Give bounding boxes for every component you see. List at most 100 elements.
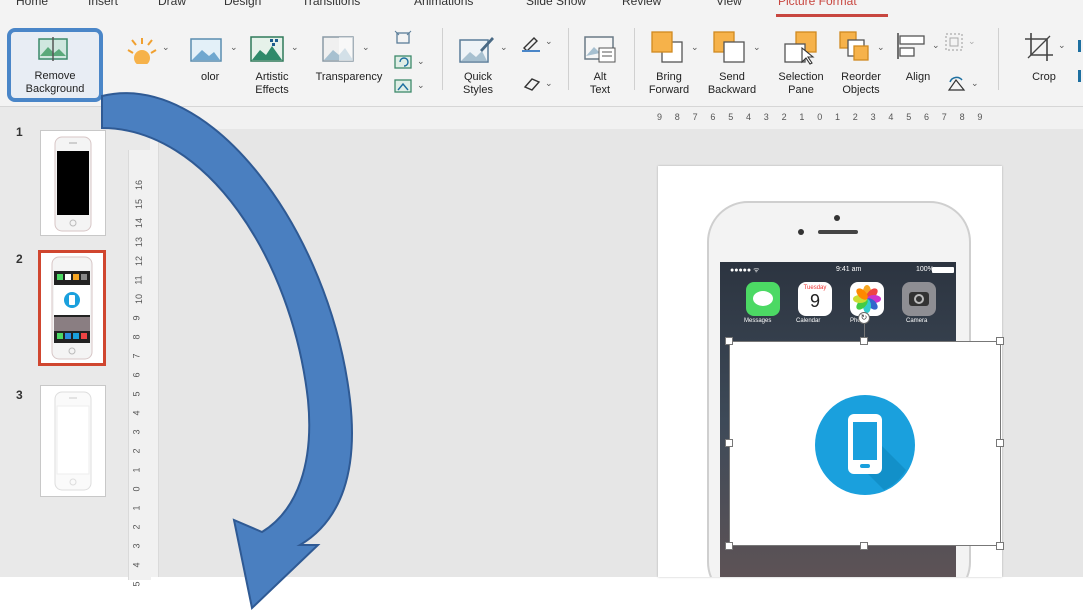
- ruler-tick-label: 2: [781, 112, 787, 122]
- camera-app-icon[interactable]: [902, 282, 936, 316]
- smartphone-icon: [815, 395, 915, 495]
- quick-styles-icon[interactable]: [458, 34, 496, 66]
- ruler-tick-label: 6: [131, 372, 142, 378]
- resize-handle-top-left[interactable]: [725, 337, 733, 345]
- ruler-tick-label: 4: [131, 562, 142, 568]
- chevron-down-icon[interactable]: ⌄: [753, 42, 761, 53]
- selection-pane-icon[interactable]: [782, 30, 820, 66]
- bring-forward-label-2: Forward: [648, 84, 690, 96]
- chevron-down-icon[interactable]: ⌄: [932, 40, 940, 51]
- messages-app-icon[interactable]: [746, 282, 780, 316]
- chevron-down-icon[interactable]: ⌄: [545, 78, 553, 89]
- active-tab-indicator: [776, 14, 888, 17]
- change-picture-icon[interactable]: [394, 54, 414, 70]
- compress-pictures-icon[interactable]: [394, 30, 412, 46]
- rotate-handle[interactable]: ↻: [858, 312, 870, 324]
- resize-handle-bottom-left[interactable]: [725, 542, 733, 550]
- bring-forward-label-1: Bring: [656, 71, 682, 83]
- reorder-objects-icon[interactable]: [838, 30, 874, 64]
- resize-handle-top-right[interactable]: [996, 337, 1004, 345]
- picture-effects-icon[interactable]: [522, 76, 542, 92]
- send-backward-icon[interactable]: [712, 30, 748, 66]
- resize-handle-left[interactable]: [725, 439, 733, 447]
- artistic-effects-icon[interactable]: [250, 36, 286, 64]
- corrections-icon[interactable]: [124, 34, 160, 64]
- tab-picture-format[interactable]: Picture Format: [778, 0, 857, 8]
- chevron-down-icon[interactable]: ⌄: [971, 78, 979, 89]
- current-slide[interactable]: ●●●●● ᯤ 9:41 am 100% Tuesday 9 Messages …: [658, 166, 1004, 577]
- alt-text-label-1: Alt: [593, 71, 607, 83]
- crop-label: Crop: [1032, 71, 1056, 83]
- align-icon[interactable]: [895, 32, 929, 60]
- slide-thumbnail-2-selected[interactable]: [38, 250, 106, 366]
- remove-background-button[interactable]: Remove Background: [7, 28, 103, 102]
- chevron-down-icon[interactable]: ⌄: [162, 42, 170, 53]
- ruler-tick-label: 5: [131, 581, 142, 587]
- ribbon-separator: [568, 28, 569, 90]
- ruler-tick-label: 8: [674, 112, 680, 122]
- ribbon-tab-bar: Home Insert Draw Design Transitions Anim…: [0, 0, 1083, 18]
- picture-border-icon[interactable]: [520, 34, 542, 52]
- tab-view[interactable]: View: [716, 0, 742, 8]
- tab-design[interactable]: Design: [224, 0, 261, 8]
- resize-handle-bottom[interactable]: [860, 542, 868, 550]
- send-backward-label-2: Backward: [707, 84, 757, 96]
- chevron-down-icon[interactable]: ⌄: [500, 42, 508, 53]
- quick-styles-label-1: Quick: [463, 71, 493, 83]
- resize-handle-bottom-right[interactable]: [996, 542, 1004, 550]
- slide-thumbnail-1[interactable]: [40, 130, 106, 236]
- color-icon[interactable]: [190, 38, 224, 64]
- chevron-down-icon[interactable]: ⌄: [545, 36, 553, 47]
- rotate-icon[interactable]: [946, 74, 968, 94]
- tab-slide-show[interactable]: Slide Show: [526, 0, 586, 8]
- chevron-down-icon[interactable]: ⌄: [417, 56, 425, 67]
- artistic-effects-label-1: Artistic: [255, 71, 289, 83]
- ribbon-separator: [998, 28, 999, 90]
- tab-home[interactable]: Home: [16, 0, 48, 8]
- slide-thumbnail-3[interactable]: [40, 385, 106, 497]
- reset-picture-icon[interactable]: [394, 78, 414, 94]
- ruler-tick-label: 11: [133, 275, 144, 285]
- ruler-tick-label: 16: [134, 179, 145, 191]
- ruler-tick-label: 0: [131, 486, 142, 492]
- group-objects-icon[interactable]: [944, 32, 966, 52]
- app-label: Camera: [906, 318, 928, 324]
- ruler-corner: [150, 129, 159, 577]
- bring-forward-icon[interactable]: [650, 30, 686, 66]
- photos-app-icon[interactable]: [850, 282, 884, 316]
- ruler-tick-label: 5: [728, 112, 734, 122]
- chevron-down-icon[interactable]: ⌄: [1058, 40, 1066, 51]
- crop-icon[interactable]: [1024, 32, 1054, 62]
- remove-background-icon: [38, 37, 68, 61]
- battery-icon: [932, 267, 954, 273]
- alt-text-icon[interactable]: [583, 34, 617, 66]
- ruler-tick-label: 7: [941, 112, 947, 122]
- ruler-tick-label: 9: [657, 112, 663, 122]
- vertical-ruler: 16 15 14 13 12 11 10 9 8 7 6 5 4 3 2 1 0 1 2 3 4 5: [128, 150, 151, 587]
- ribbon-toolbar: Remove Background ⌄ ⌄ olor ⌄ Artistic Ef…: [0, 18, 1083, 107]
- tab-review[interactable]: Review: [622, 0, 661, 8]
- calendar-app-icon[interactable]: Tuesday 9: [798, 282, 832, 316]
- transparency-icon[interactable]: [322, 36, 356, 64]
- size-controls-partial[interactable]: [1075, 40, 1083, 90]
- reorder-objects-label-1: Reorder: [841, 71, 881, 83]
- resize-handle-right[interactable]: [996, 439, 1004, 447]
- chevron-down-icon[interactable]: ⌄: [362, 42, 370, 53]
- tab-transitions[interactable]: Transitions: [302, 0, 360, 8]
- ruler-tick-label: 1: [131, 467, 142, 473]
- chevron-down-icon[interactable]: ⌄: [230, 42, 238, 53]
- ruler-tick-label: 13: [134, 236, 145, 248]
- ruler-tick-label: 8: [959, 112, 965, 122]
- resize-handle-top[interactable]: [860, 337, 868, 345]
- chevron-down-icon[interactable]: ⌄: [877, 42, 885, 53]
- tab-draw[interactable]: Draw: [158, 0, 186, 8]
- chevron-down-icon[interactable]: ⌄: [417, 80, 425, 91]
- tab-insert[interactable]: Insert: [88, 0, 118, 8]
- selected-picture[interactable]: [729, 341, 1001, 546]
- chevron-down-icon[interactable]: ⌄: [691, 42, 699, 53]
- remove-background-label-2: Background: [25, 83, 85, 95]
- ruler-tick-label: 3: [870, 112, 876, 122]
- chevron-down-icon[interactable]: ⌄: [291, 42, 299, 53]
- chevron-down-icon[interactable]: ⌄: [968, 36, 976, 47]
- tab-animations[interactable]: Animations: [414, 0, 473, 8]
